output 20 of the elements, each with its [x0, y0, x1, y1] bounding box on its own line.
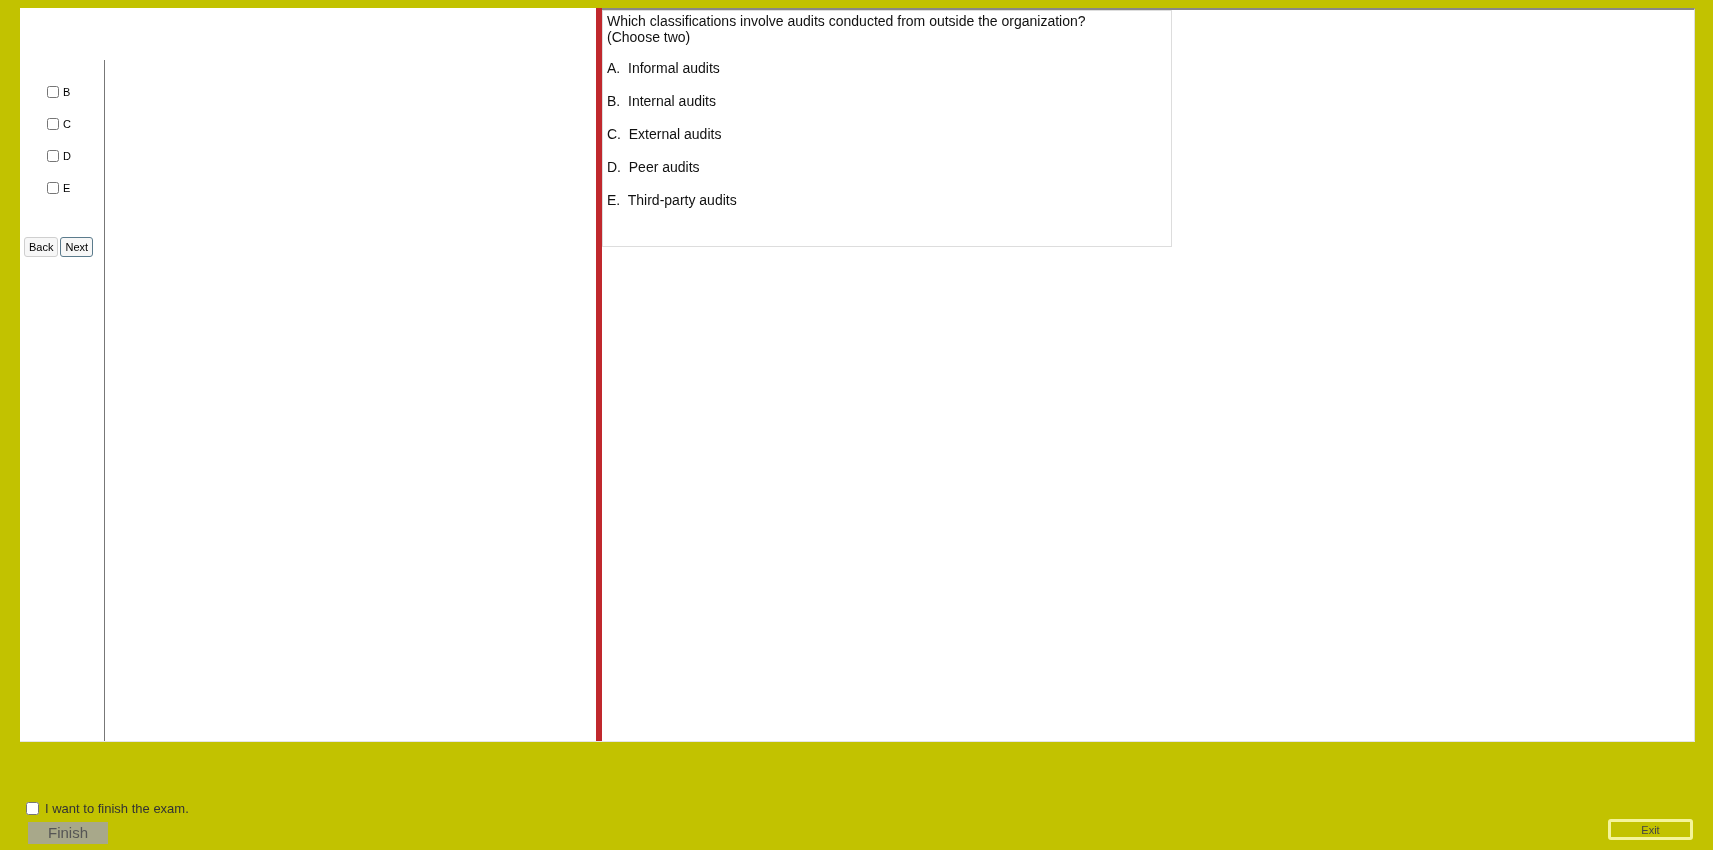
- answer-checkbox[interactable]: [47, 182, 59, 194]
- answer-choice: B. Internal audits: [607, 92, 717, 111]
- answer-choice: A. Informal audits: [607, 59, 721, 78]
- answer-choice: E. Third-party audits: [607, 191, 738, 210]
- question-text: Which classifications involve audits conducted from outside the organization?: [607, 13, 1087, 29]
- option-label: E: [63, 180, 71, 196]
- exit-button[interactable]: Exit: [1608, 819, 1693, 840]
- next-button[interactable]: Next: [60, 237, 94, 257]
- answer-checkbox[interactable]: [47, 86, 59, 98]
- answer-checkbox[interactable]: [47, 118, 59, 130]
- option-label: D: [63, 148, 71, 164]
- option-label: B: [63, 84, 71, 100]
- question-hint: (Choose two): [607, 29, 692, 45]
- answer-choice: C. External audits: [607, 125, 723, 144]
- answer-choice: D. Peer audits: [607, 158, 701, 177]
- answer-checkbox[interactable]: [47, 150, 59, 162]
- finish-confirm-label: I want to finish the exam.: [45, 799, 189, 818]
- option-label: C: [63, 116, 71, 132]
- finish-checkbox[interactable]: [26, 801, 39, 815]
- back-button[interactable]: Back: [24, 237, 59, 257]
